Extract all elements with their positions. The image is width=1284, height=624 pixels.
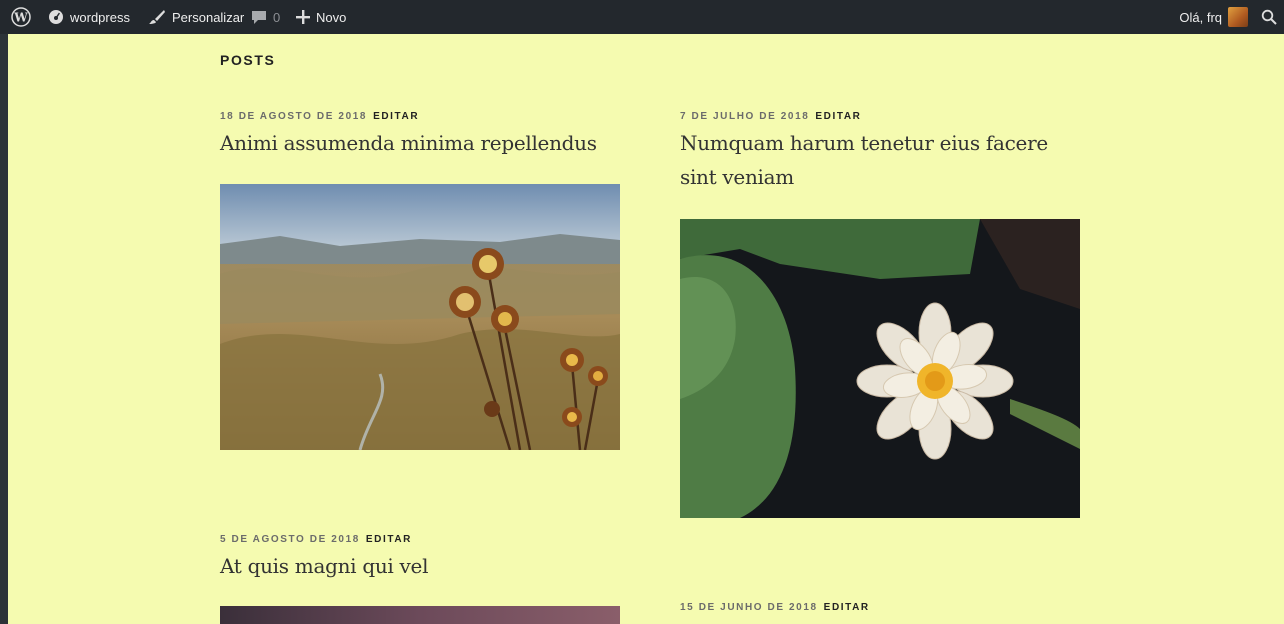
edit-link[interactable]: EDITAR (373, 111, 419, 122)
plus-icon (296, 10, 310, 24)
svg-text:W: W (13, 11, 28, 25)
landscape-thistle-photo[interactable] (220, 184, 620, 450)
post-item: 15 DE JUNHO DE 2018 EDITAR (680, 601, 1090, 615)
post-meta: 7 DE JULHO DE 2018 EDITAR (680, 110, 1090, 124)
edit-link[interactable]: EDITAR (815, 111, 861, 122)
post-item: 7 DE JULHO DE 2018 EDITAR Numquam harum t… (680, 110, 1090, 194)
my-account-link[interactable]: Olá, frq (1179, 0, 1248, 34)
comments-count: 0 (273, 9, 281, 25)
post-item: 18 DE AGOSTO DE 2018 EDITAR Animi assumen… (220, 110, 630, 160)
edit-link[interactable]: EDITAR (366, 534, 412, 545)
left-frame-strip (0, 0, 8, 624)
post-title[interactable]: Numquam harum tenetur eius facere sint v… (680, 126, 1090, 194)
search-icon[interactable] (1256, 0, 1282, 34)
post-date[interactable]: 15 DE JUNHO DE 2018 (680, 602, 818, 613)
post-date[interactable]: 18 DE AGOSTO DE 2018 (220, 111, 367, 122)
post-meta: 15 DE JUNHO DE 2018 EDITAR (680, 601, 1090, 615)
post-date[interactable]: 5 DE AGOSTO DE 2018 (220, 534, 360, 545)
greeting: Olá, frq (1179, 9, 1222, 25)
post-item: 5 DE AGOSTO DE 2018 EDITAR At quis magni … (220, 533, 630, 583)
edit-link[interactable]: EDITAR (824, 602, 870, 613)
dusk-sky-photo[interactable] (220, 606, 620, 624)
post-title-line: sint veniam (680, 165, 794, 189)
water-lily-photo[interactable] (680, 219, 1080, 518)
comments-link[interactable]: 0 (251, 0, 280, 34)
customize-link[interactable]: Personalizar (148, 0, 244, 34)
post-meta: 18 DE AGOSTO DE 2018 EDITAR (220, 110, 630, 124)
post-title[interactable]: Animi assumenda minima repellendus (220, 126, 630, 160)
site-name-link[interactable]: wordpress (48, 0, 130, 34)
post-title-line: Numquam harum tenetur eius facere (680, 131, 1048, 155)
wordpress-logo-icon[interactable]: W (11, 0, 31, 34)
post-title[interactable]: At quis magni qui vel (220, 549, 630, 583)
site-name: wordpress (70, 9, 130, 25)
customize-label: Personalizar (172, 9, 245, 25)
section-title: POSTS (220, 52, 276, 68)
new-label: Novo (316, 9, 347, 25)
admin-bar: W wordpress Personalizar 0 Novo Olá, frq (0, 0, 1284, 34)
new-content-link[interactable]: Novo (296, 0, 346, 34)
post-date[interactable]: 7 DE JULHO DE 2018 (680, 111, 809, 122)
avatar (1228, 7, 1248, 27)
post-meta: 5 DE AGOSTO DE 2018 EDITAR (220, 533, 630, 547)
paintbrush-icon (149, 10, 165, 24)
comment-bubble-icon (252, 10, 266, 24)
dashboard-icon (49, 10, 63, 24)
